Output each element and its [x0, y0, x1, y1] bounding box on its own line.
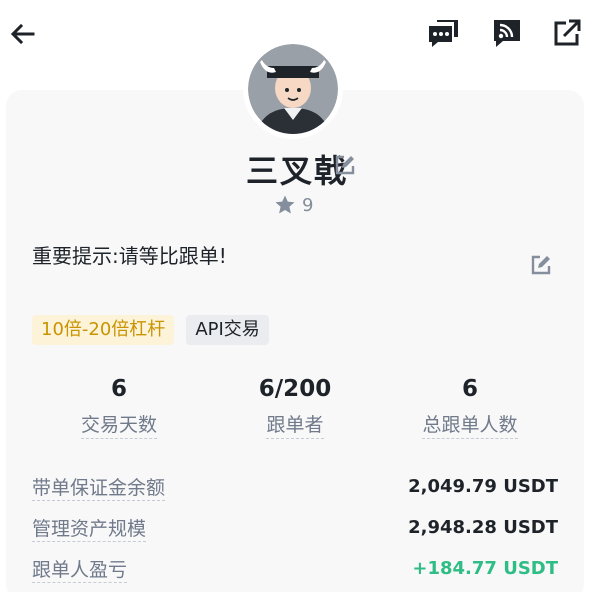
detail-label[interactable]: 跟单人盈亏 — [32, 555, 128, 583]
stat-trading-days: 6 交易天数 — [29, 372, 209, 439]
stat-label[interactable]: 总跟单人数 — [422, 410, 518, 439]
detail-row-aum: 管理资产规模 2,948.28 USDT — [32, 507, 558, 548]
detail-label[interactable]: 带单保证金余额 — [32, 473, 166, 501]
edit-icon — [531, 255, 551, 275]
api-trading-tag: API交易 — [186, 315, 269, 345]
stat-total-followers: 6 总跟单人数 — [380, 372, 560, 439]
detail-list: 带单保证金余额 2,049.79 USDT 管理资产规模 2,948.28 US… — [32, 466, 558, 589]
trader-notice: 重要提示:请等比跟单! — [32, 244, 227, 268]
chat-bubble-icon — [429, 20, 458, 47]
tag-list: 10倍-20倍杠杆 API交易 — [32, 315, 269, 345]
detail-value: 2,948.28 USDT — [408, 517, 558, 538]
feed-button[interactable] — [490, 16, 524, 50]
trader-name: 三叉戟 — [245, 152, 348, 190]
edit-name-button[interactable] — [334, 154, 356, 176]
stat-label[interactable]: 交易天数 — [80, 410, 157, 439]
back-button[interactable] — [6, 17, 40, 51]
leverage-tag: 10倍-20倍杠杆 — [32, 315, 175, 345]
rating: 9 — [274, 192, 313, 218]
stat-label[interactable]: 跟单者 — [266, 410, 324, 439]
stat-value: 6 — [110, 376, 127, 402]
detail-value: 2,049.79 USDT — [408, 476, 558, 497]
bull-avatar-icon — [248, 44, 338, 134]
edit-notice-button[interactable] — [530, 254, 552, 276]
trader-profile-page: 三叉戟 9 重要提示:请等比跟单! 10倍-20倍杠杆 API交易 6 交易天数… — [0, 0, 594, 592]
edit-icon — [335, 155, 355, 175]
arrow-left-icon — [10, 23, 35, 45]
stat-followers: 6/200 跟单者 — [205, 372, 385, 439]
rss-feed-icon — [494, 20, 520, 47]
share-external-icon — [554, 19, 581, 46]
stat-value: 6 — [461, 376, 478, 402]
stat-value: 6/200 — [258, 376, 332, 402]
chat-button[interactable] — [426, 16, 460, 50]
detail-row-follower-pnl: 跟单人盈亏 +184.77 USDT — [32, 548, 558, 589]
share-button[interactable] — [550, 16, 584, 50]
stats-row: 6 交易天数 6/200 跟单者 6 总跟单人数 — [0, 372, 594, 444]
trader-name-row: 三叉戟 — [0, 146, 594, 190]
detail-label[interactable]: 管理资产规模 — [32, 514, 147, 542]
star-icon — [275, 195, 295, 214]
avatar[interactable] — [246, 42, 340, 136]
detail-value: +184.77 USDT — [412, 558, 558, 579]
detail-row-margin-balance: 带单保证金余额 2,049.79 USDT — [32, 466, 558, 507]
rating-value: 9 — [302, 194, 314, 216]
